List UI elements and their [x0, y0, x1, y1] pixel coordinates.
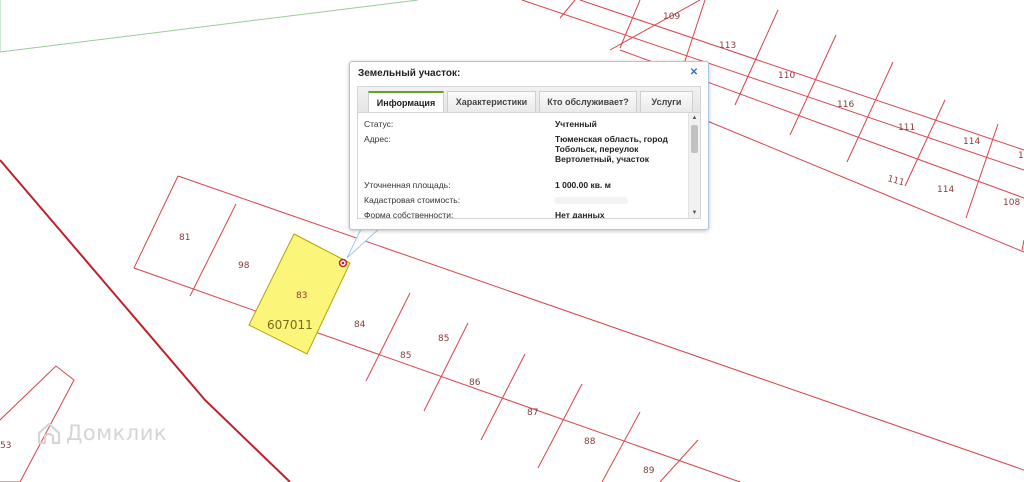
info-value: Учтенный: [555, 119, 597, 129]
scroll-thumb[interactable]: [691, 125, 698, 153]
plot-label: 81: [179, 233, 190, 243]
plot-label: 110: [778, 71, 795, 81]
block-border: [0, 0, 419, 53]
plot-boundary: [537, 383, 583, 469]
house-logo-icon: [37, 422, 61, 445]
plot-boundary: [365, 292, 411, 382]
plot-label: 111: [886, 174, 905, 188]
tab-who-serves[interactable]: Кто обслуживает?: [539, 91, 637, 113]
tab-characteristics[interactable]: Характеристики: [447, 91, 536, 113]
plot-label: 88: [584, 437, 596, 447]
plot-label: 85: [400, 351, 411, 361]
plot-label: 111: [898, 123, 915, 133]
plot-label: 86: [469, 378, 481, 388]
plot-label: 85: [438, 334, 449, 344]
plot-boundary: [904, 99, 946, 187]
plot-boundary: [789, 34, 837, 136]
plot-boundary: [734, 9, 779, 106]
watermark-text: Домклик: [66, 421, 168, 445]
close-icon[interactable]: ✕: [688, 67, 700, 79]
scroll-up-icon[interactable]: ▲: [689, 113, 700, 123]
plot-label: 114: [963, 137, 980, 147]
plot-boundary: [189, 203, 237, 297]
plot-label: 89: [643, 466, 655, 476]
plot-label: 53: [0, 441, 11, 451]
plot-boundary: [133, 175, 179, 269]
info-label: Уточненная площадь:: [364, 180, 451, 190]
plot-label: 83: [296, 291, 307, 301]
redacted-value: [554, 197, 628, 204]
info-label: Кадастровая стоимость:: [364, 195, 461, 205]
plot-label: 109: [663, 12, 680, 22]
popup-title: Земельный участок:: [358, 67, 461, 79]
popup-content[interactable]: Статус: Учтенный Адрес: Тюменская област…: [357, 112, 701, 219]
plot-boundary: [619, 0, 641, 49]
cadastral-block-label: 607011: [267, 318, 313, 332]
info-label: Адрес:: [364, 134, 391, 144]
info-label: Статус:: [364, 119, 394, 129]
plot-label: 98: [238, 261, 250, 271]
plot-label: 114: [937, 185, 954, 195]
plot-boundary: [659, 439, 699, 482]
content-scrollbar[interactable]: ▲ ▼: [688, 113, 700, 218]
plot-label: 1: [1018, 151, 1024, 161]
info-value: Нет данных: [555, 210, 605, 219]
plot-label: 108: [1003, 198, 1020, 208]
scroll-down-icon[interactable]: ▼: [689, 208, 700, 218]
plot-label: 116: [837, 100, 854, 110]
info-value: Тюменская область, город Тобольск, переу…: [555, 134, 668, 164]
popup-header: Земельный участок: ✕: [350, 62, 708, 84]
plot-label: 84: [354, 320, 366, 330]
watermark: Домклик: [36, 420, 167, 446]
popup-pointer: [346, 226, 383, 259]
plot-marker-dot: [341, 261, 345, 265]
land-plot-popup: Земельный участок: ✕ Информация Характер…: [349, 61, 709, 230]
popup-tabs: Информация Характеристики Кто обслуживае…: [357, 86, 701, 115]
plot-label: 87: [527, 408, 538, 418]
info-label: Форма собственности:: [364, 210, 454, 219]
plot-boundary: [681, 0, 706, 71]
plot-boundary: [133, 267, 741, 482]
plot-boundary: [480, 353, 526, 441]
tab-services[interactable]: Услуги: [640, 91, 693, 113]
plot-label: 113: [719, 41, 736, 51]
info-value: 1 000.00 кв. м: [555, 180, 611, 190]
plot-boundary: [601, 411, 641, 482]
